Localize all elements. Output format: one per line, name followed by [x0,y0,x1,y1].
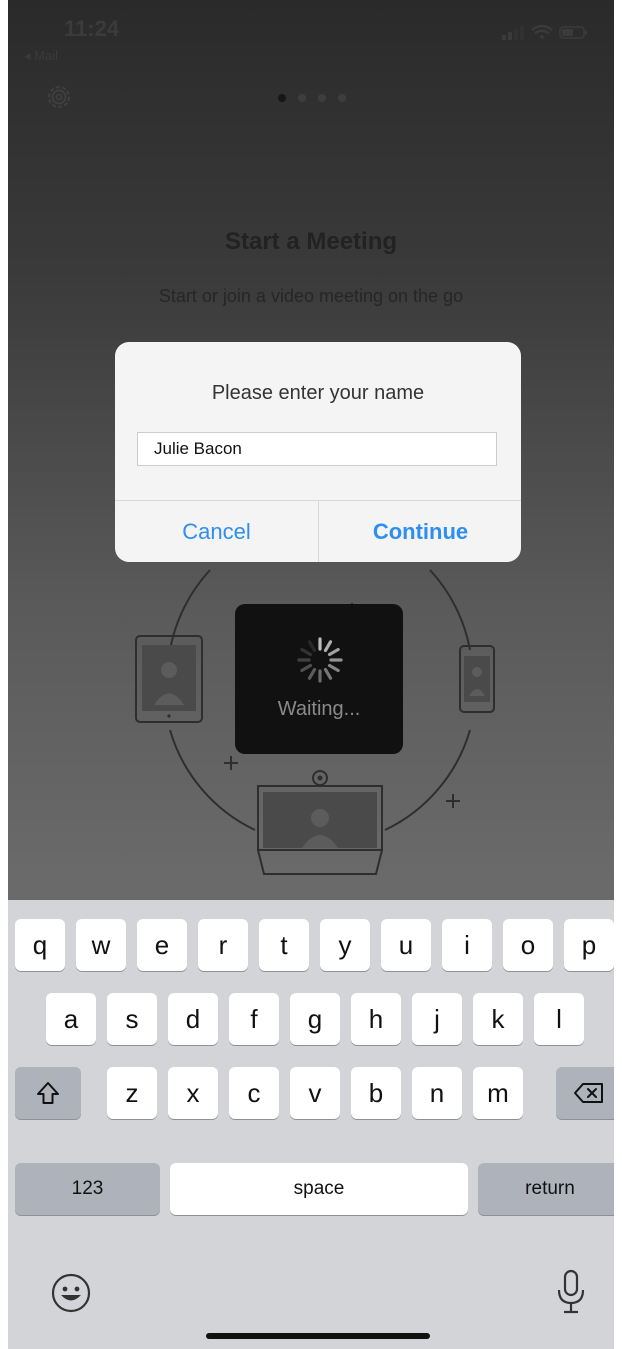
orbit-arc [169,569,211,651]
key-d[interactable]: d [168,993,218,1045]
key-z[interactable]: z [107,1067,157,1119]
key-a[interactable]: a [46,993,96,1045]
waiting-overlay: Waiting... [235,604,403,754]
key-c[interactable]: c [229,1067,279,1119]
name-dialog: Please enter your name Cancel Continue [115,342,521,562]
on-screen-keyboard: q w e r t y u i o p a s d f g h j k l z … [0,900,622,1349]
waiting-label: Waiting... [277,698,361,720]
key-f[interactable]: f [229,993,279,1045]
key-t[interactable]: t [259,919,309,971]
key-w[interactable]: w [76,919,126,971]
tablet-icon [135,635,203,723]
key-h[interactable]: h [351,993,401,1045]
key-i[interactable]: i [442,919,492,971]
shift-key[interactable] [15,1067,81,1119]
space-key[interactable]: space [170,1163,468,1215]
key-n[interactable]: n [412,1067,462,1119]
phone-icon [459,645,495,713]
key-p[interactable]: p [564,919,614,971]
key-y[interactable]: y [320,919,370,971]
dialog-title: Please enter your name [211,382,425,404]
return-key[interactable]: return [478,1163,622,1215]
key-e[interactable]: e [137,919,187,971]
frame-right [614,0,622,1349]
key-o[interactable]: o [503,919,553,971]
backspace-icon [574,1083,603,1103]
emoji-button[interactable] [50,1272,92,1314]
shift-arrow-icon [37,1082,59,1104]
loading-spinner-icon [297,637,343,683]
key-q[interactable]: q [15,919,65,971]
key-g[interactable]: g [290,993,340,1045]
key-m[interactable]: m [473,1067,523,1119]
key-l[interactable]: l [534,993,584,1045]
key-k[interactable]: k [473,993,523,1045]
emoji-face-icon [51,1273,91,1313]
key-v[interactable]: v [290,1067,340,1119]
key-r[interactable]: r [198,919,248,971]
continue-button[interactable]: Continue [319,501,521,562]
name-input[interactable] [137,432,497,466]
key-u[interactable]: u [381,919,431,971]
key-x[interactable]: x [168,1067,218,1119]
key-b[interactable]: b [351,1067,401,1119]
microphone-icon [557,1269,585,1314]
numbers-key[interactable]: 123 [15,1163,160,1215]
monitor-icon [257,770,383,875]
orbit-arc [429,569,471,651]
key-s[interactable]: s [107,993,157,1045]
delete-key[interactable] [556,1067,622,1119]
cancel-button[interactable]: Cancel [115,501,318,562]
dictation-button[interactable] [554,1268,588,1316]
frame-left [0,0,8,1349]
home-indicator [206,1333,430,1339]
key-j[interactable]: j [412,993,462,1045]
screen: 11:24 ◂ Mail Start a Meeting Start or jo… [0,0,622,1349]
